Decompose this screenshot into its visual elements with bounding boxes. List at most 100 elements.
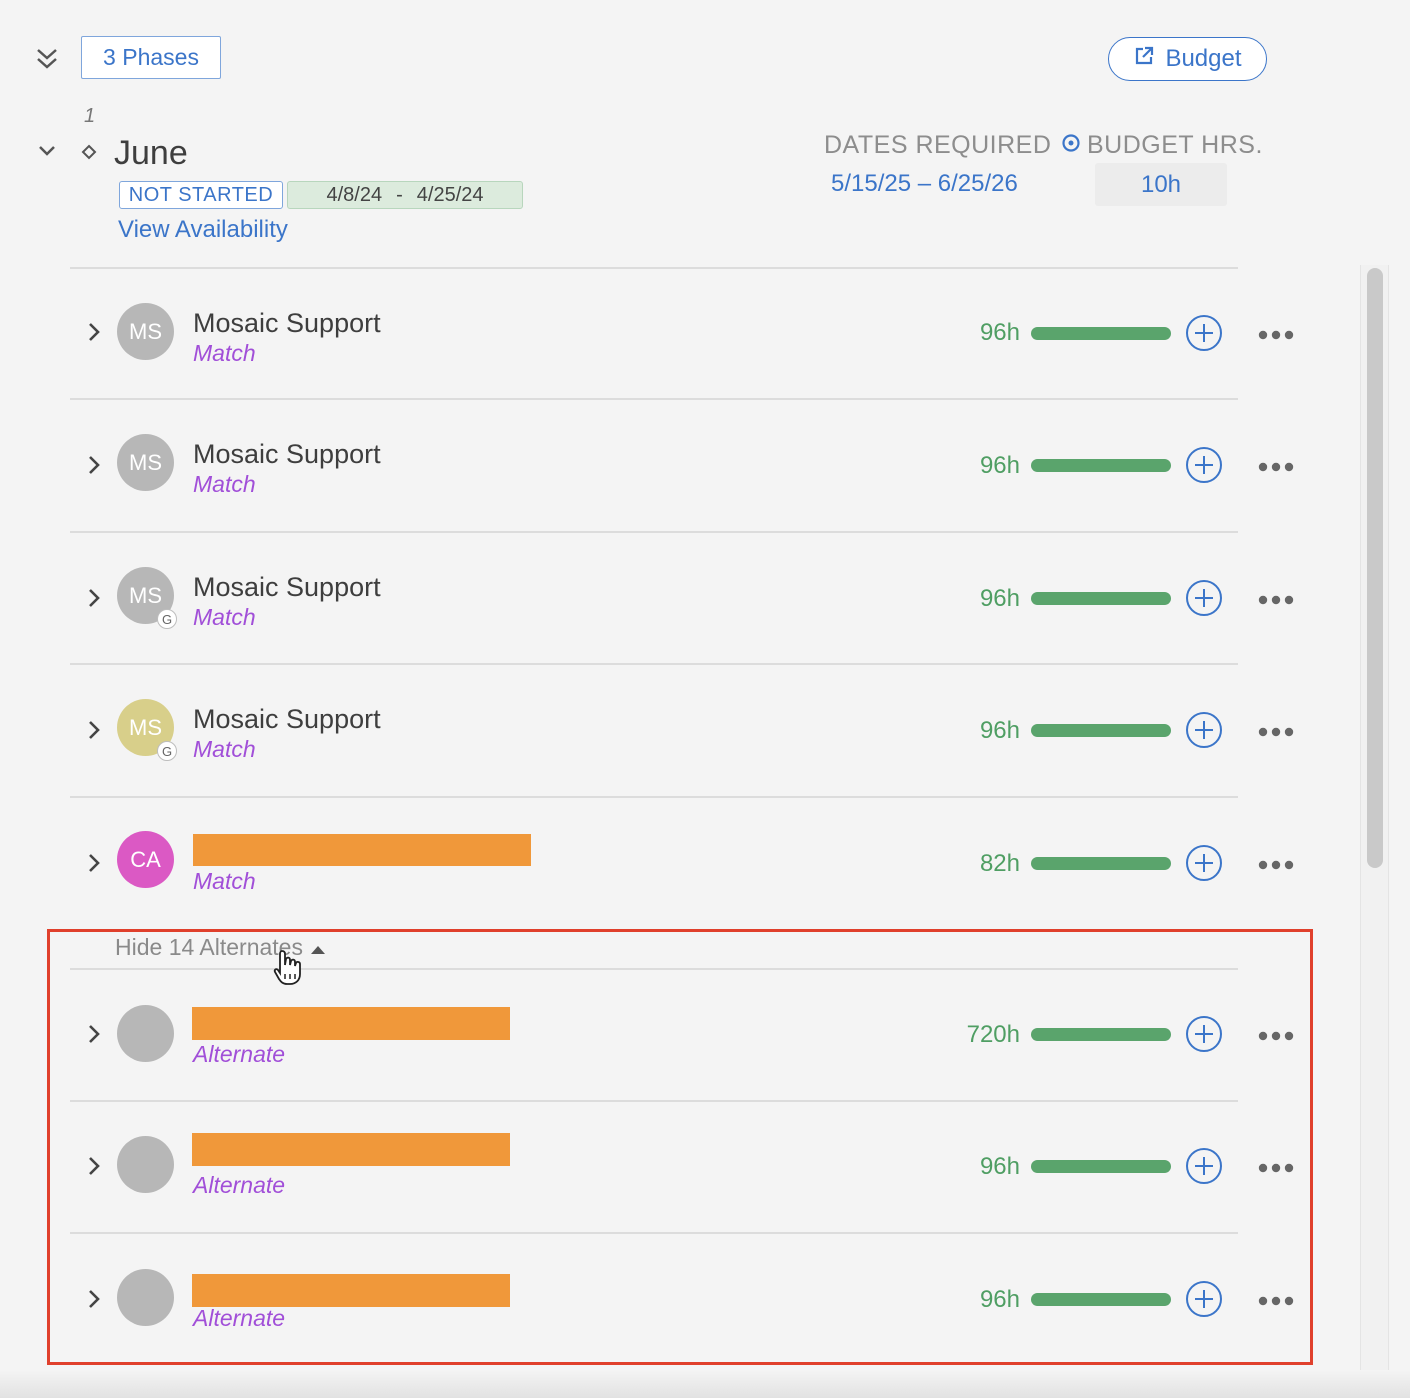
chevron-down-icon[interactable] xyxy=(34,138,60,164)
member-row[interactable]: MS G Mosaic Support Match 96h xyxy=(70,670,1310,790)
member-name: Mosaic Support xyxy=(193,704,381,734)
hours-value: 96h xyxy=(979,1286,1020,1313)
hours-value: 96h xyxy=(979,717,1020,744)
redacted-name xyxy=(192,1007,510,1040)
external-link-icon xyxy=(1133,45,1155,74)
more-options-icon[interactable] xyxy=(1257,328,1295,340)
avatar xyxy=(117,1269,174,1326)
member-name: Mosaic Support xyxy=(193,572,381,602)
hours-value: 720h xyxy=(966,1021,1020,1048)
hand-cursor-icon xyxy=(272,948,304,986)
hours-bar xyxy=(1031,724,1171,737)
member-type: Alternate xyxy=(193,1172,286,1198)
divider xyxy=(70,796,1238,798)
member-type: Match xyxy=(193,471,256,497)
alternate-row[interactable]: Alternate 96h xyxy=(70,1106,1310,1226)
alternate-row[interactable]: Alternate 720h xyxy=(70,974,1310,1094)
budget-hrs-header: BUDGET HRS. xyxy=(1061,131,1263,160)
member-name: Mosaic Support xyxy=(193,308,381,338)
plus-circle-icon[interactable] xyxy=(1185,844,1223,882)
more-options-icon[interactable] xyxy=(1257,1029,1295,1041)
hours-value: 96h xyxy=(979,1153,1020,1180)
status-badge: NOT STARTED xyxy=(119,181,283,209)
hours-value: 96h xyxy=(979,452,1020,479)
member-row[interactable]: MS Mosaic Support Match 96h xyxy=(70,405,1310,525)
member-type: Match xyxy=(193,340,256,366)
chevron-right-icon[interactable] xyxy=(84,453,104,477)
budget-label: Budget xyxy=(1165,45,1242,72)
divider xyxy=(70,398,1238,400)
more-options-icon[interactable] xyxy=(1257,1294,1295,1306)
hours-bar xyxy=(1031,1028,1171,1041)
dates-required-label: DATES REQUIRED xyxy=(824,131,1052,159)
chevron-right-icon[interactable] xyxy=(84,586,104,610)
avatar: MS xyxy=(117,434,174,491)
redacted-name xyxy=(192,1274,510,1307)
member-type: Match xyxy=(193,868,256,894)
plus-circle-icon[interactable] xyxy=(1185,711,1223,749)
chevron-right-icon[interactable] xyxy=(84,320,104,344)
divider xyxy=(70,663,1238,665)
redacted-name xyxy=(193,834,531,866)
divider xyxy=(70,531,1238,533)
divider xyxy=(70,968,1238,970)
phase-date-separator: - xyxy=(396,183,403,206)
more-options-icon[interactable] xyxy=(1257,460,1295,472)
alternate-row[interactable]: Alternate 96h xyxy=(70,1239,1310,1359)
phases-button[interactable]: 3 Phases xyxy=(81,36,221,79)
member-type: Alternate xyxy=(193,1305,286,1331)
phase-date-range[interactable]: 4/8/24 - 4/25/24 xyxy=(287,181,523,209)
member-row[interactable]: MS Mosaic Support Match 96h xyxy=(70,272,1310,392)
bottom-fade xyxy=(0,1370,1410,1398)
plus-circle-icon[interactable] xyxy=(1185,1015,1223,1053)
plus-circle-icon[interactable] xyxy=(1185,1147,1223,1185)
plus-circle-icon[interactable] xyxy=(1185,314,1223,352)
guest-badge: G xyxy=(157,741,177,761)
chevron-right-icon[interactable] xyxy=(84,1154,104,1178)
more-options-icon[interactable] xyxy=(1257,593,1295,605)
chevron-right-icon[interactable] xyxy=(84,718,104,742)
member-row[interactable]: MS G Mosaic Support Match 96h xyxy=(70,538,1310,658)
collapse-all-icon[interactable] xyxy=(32,44,62,74)
plus-circle-icon[interactable] xyxy=(1185,446,1223,484)
phase-date-end: 4/25/24 xyxy=(416,183,484,206)
budget-button[interactable]: Budget xyxy=(1108,37,1267,81)
phase-number: 1 xyxy=(84,105,96,127)
plus-circle-icon[interactable] xyxy=(1185,579,1223,617)
diamond-icon xyxy=(80,143,98,161)
hours-bar xyxy=(1031,1293,1171,1306)
divider xyxy=(70,1232,1238,1234)
member-type: Match xyxy=(193,604,256,630)
phase-date-start: 4/8/24 xyxy=(326,183,383,206)
avatar: CA xyxy=(117,831,174,888)
hours-bar xyxy=(1031,1160,1171,1173)
budget-hrs-value[interactable]: 10h xyxy=(1095,163,1227,206)
view-availability-link[interactable]: View Availability xyxy=(118,216,288,244)
chevron-right-icon[interactable] xyxy=(84,1022,104,1046)
hours-bar xyxy=(1031,857,1171,870)
more-options-icon[interactable] xyxy=(1257,725,1295,737)
phase-title: June xyxy=(114,134,188,172)
chevron-right-icon[interactable] xyxy=(84,1287,104,1311)
scrollbar-thumb[interactable] xyxy=(1367,268,1383,868)
avatar xyxy=(117,1136,174,1193)
hours-bar xyxy=(1031,327,1171,340)
redacted-name xyxy=(192,1133,510,1166)
dates-required-value[interactable]: 5/15/25 – 6/25/26 xyxy=(831,170,1018,198)
hours-bar xyxy=(1031,459,1171,472)
divider xyxy=(70,1100,1238,1102)
plus-circle-icon[interactable] xyxy=(1185,1280,1223,1318)
budget-hrs-label: BUDGET HRS. xyxy=(1087,131,1263,159)
member-type: Alternate xyxy=(193,1041,286,1067)
avatar xyxy=(117,1005,174,1062)
more-options-icon[interactable] xyxy=(1257,1161,1295,1173)
guest-badge: G xyxy=(157,609,177,629)
hours-value: 96h xyxy=(979,319,1020,346)
member-type: Match xyxy=(193,736,256,762)
more-options-icon[interactable] xyxy=(1257,858,1295,870)
caret-up-icon xyxy=(310,934,325,961)
avatar: MS xyxy=(117,303,174,360)
member-row[interactable]: CA Match 82h xyxy=(70,803,1310,923)
member-name: Mosaic Support xyxy=(193,439,381,469)
chevron-right-icon[interactable] xyxy=(84,851,104,875)
